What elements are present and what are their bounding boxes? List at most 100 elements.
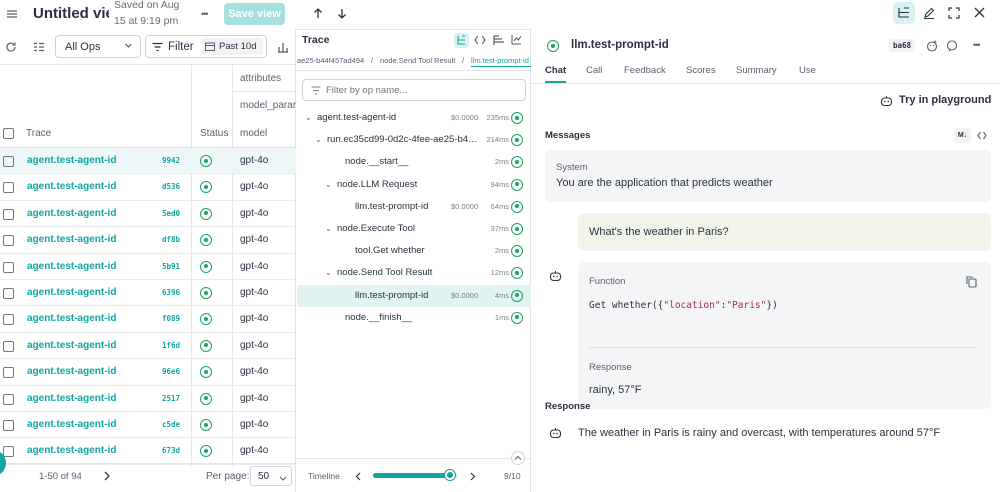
table-row[interactable]: agent.test-agent-id 5ed0 gpt-4o bbox=[0, 201, 296, 228]
table-row[interactable]: agent.test-agent-id 1f6d gpt-4o bbox=[0, 333, 296, 360]
next-page-icon[interactable] bbox=[103, 471, 111, 484]
edit-icon[interactable] bbox=[923, 7, 935, 22]
row-checkbox[interactable] bbox=[3, 261, 14, 273]
trace-id-hash[interactable]: 96e6 bbox=[162, 367, 180, 376]
table-row[interactable]: agent.test-agent-id df8b gpt-4o bbox=[0, 227, 296, 254]
copy-icon[interactable] bbox=[966, 276, 977, 291]
trace-id-hash[interactable]: c5de bbox=[162, 420, 180, 429]
trace-tree-node[interactable]: ⌄ node.Execute Tool 37ms bbox=[297, 218, 531, 240]
table-row[interactable]: agent.test-agent-id 96e6 gpt-4o bbox=[0, 359, 296, 386]
trace-id-hash[interactable]: f089 bbox=[162, 314, 180, 323]
tab-feedback[interactable]: Feedback bbox=[624, 65, 666, 81]
op-name-filter-input[interactable] bbox=[326, 83, 521, 97]
markdown-toggle[interactable]: M↓ bbox=[954, 128, 971, 143]
arrow-up-icon[interactable] bbox=[313, 8, 323, 19]
op-name-filter[interactable] bbox=[302, 79, 526, 101]
tree-view-icon[interactable] bbox=[454, 33, 469, 48]
trace-name-link[interactable]: agent.test-agent-id bbox=[27, 155, 116, 166]
trace-name-link[interactable]: agent.test-agent-id bbox=[27, 234, 116, 245]
row-checkbox[interactable] bbox=[3, 314, 14, 326]
trace-id-hash[interactable]: 5b91 bbox=[162, 262, 180, 271]
date-range-chip[interactable]: Past 10d bbox=[201, 38, 263, 55]
row-checkbox[interactable] bbox=[3, 182, 14, 194]
row-checkbox[interactable] bbox=[3, 393, 14, 405]
chevron-down-icon[interactable]: ⌄ bbox=[325, 180, 332, 189]
trace-tree-node[interactable]: ⌄ agent.test-agent-id $0.0000 235ms bbox=[297, 107, 531, 129]
table-row[interactable]: agent.test-agent-id d536 gpt-4o bbox=[0, 174, 296, 201]
trace-name-link[interactable]: agent.test-agent-id bbox=[27, 287, 116, 298]
chevron-down-icon[interactable]: ⌄ bbox=[325, 224, 332, 233]
trace-id-hash[interactable]: 5ed0 bbox=[162, 209, 180, 218]
code-icon[interactable] bbox=[977, 131, 987, 143]
trace-id-hash[interactable]: 6396 bbox=[162, 288, 180, 297]
table-row[interactable]: agent.test-agent-id 9942 gpt-4o bbox=[0, 148, 296, 175]
call-id-badge[interactable]: ba68 bbox=[889, 39, 916, 52]
trace-name-link[interactable]: agent.test-agent-id bbox=[27, 445, 116, 456]
flame-graph-icon[interactable] bbox=[493, 35, 504, 48]
chevron-down-icon[interactable]: ⌄ bbox=[325, 268, 332, 277]
trace-name-link[interactable]: agent.test-agent-id bbox=[27, 261, 116, 272]
trace-tree-node[interactable]: llm.test-prompt-id $0.0000 4ms bbox=[297, 284, 531, 307]
columns-icon[interactable] bbox=[33, 41, 45, 53]
timeline-slider-handle[interactable] bbox=[444, 470, 455, 480]
row-checkbox[interactable] bbox=[3, 340, 14, 352]
trace-tree-toggle-icon[interactable] bbox=[893, 2, 915, 24]
trace-name-link[interactable]: agent.test-agent-id bbox=[27, 181, 116, 192]
op-select[interactable]: All Ops bbox=[55, 35, 141, 58]
row-checkbox[interactable] bbox=[3, 367, 14, 379]
filter-control[interactable]: Filter Past 10d bbox=[145, 35, 267, 58]
trace-name-link[interactable]: agent.test-agent-id bbox=[27, 366, 116, 377]
column-status[interactable]: Status bbox=[200, 128, 228, 139]
row-checkbox[interactable] bbox=[3, 235, 14, 247]
trace-id-hash[interactable]: 9942 bbox=[162, 156, 180, 165]
row-checkbox[interactable] bbox=[3, 420, 14, 431]
menu-icon[interactable] bbox=[6, 8, 18, 20]
fullscreen-icon[interactable] bbox=[948, 7, 960, 22]
trace-name-link[interactable]: agent.test-agent-id bbox=[27, 393, 116, 404]
trace-name-link[interactable]: agent.test-agent-id bbox=[27, 313, 116, 324]
trace-id-hash[interactable]: 2517 bbox=[162, 394, 180, 403]
row-checkbox[interactable] bbox=[3, 156, 14, 167]
trace-id-hash[interactable]: 673d bbox=[162, 446, 180, 455]
feedback-emoji-icon[interactable] bbox=[926, 40, 938, 55]
arrow-down-icon[interactable] bbox=[337, 8, 347, 19]
tab-call[interactable]: Call bbox=[586, 65, 602, 81]
chevron-down-icon[interactable]: ⌄ bbox=[315, 135, 322, 144]
trace-tree-node[interactable]: tool.Get whether 2ms bbox=[297, 240, 531, 262]
column-model[interactable]: model bbox=[240, 128, 267, 139]
trace-tree-node[interactable]: ⌄ run.ec35cd99-0d2c-4fee-ae25-b4… 214ms bbox=[297, 129, 531, 151]
trace-id-hash[interactable]: 1f6d bbox=[162, 341, 180, 350]
timeline-slider[interactable] bbox=[373, 470, 458, 480]
chevron-down-icon[interactable]: ⌄ bbox=[305, 113, 312, 122]
table-row[interactable]: agent.test-agent-id 5b91 gpt-4o bbox=[0, 254, 296, 280]
trace-id-hash[interactable]: df8b bbox=[162, 235, 180, 244]
select-all-checkbox[interactable] bbox=[3, 128, 14, 139]
trace-tree-node[interactable]: node.__start__ 2ms bbox=[297, 151, 531, 173]
code-view-icon[interactable] bbox=[474, 35, 486, 48]
comment-icon[interactable] bbox=[946, 40, 958, 55]
timeline-next-icon[interactable] bbox=[469, 472, 476, 484]
save-view-button[interactable]: Save view bbox=[224, 3, 285, 25]
table-row[interactable]: agent.test-agent-id 673d gpt-4o bbox=[0, 438, 296, 465]
trace-name-link[interactable]: agent.test-agent-id bbox=[27, 208, 116, 219]
trace-name-link[interactable]: agent.test-agent-id bbox=[27, 340, 116, 351]
collapse-timeline-button[interactable] bbox=[511, 451, 525, 465]
breadcrumb-item-active[interactable]: llm.test-prompt-id bbox=[471, 56, 531, 67]
tab-chat[interactable]: Chat bbox=[545, 65, 567, 83]
tab-summary[interactable]: Summary bbox=[736, 65, 777, 81]
trace-tree-node[interactable]: ⌄ node.LLM Request 94ms bbox=[297, 174, 531, 196]
trace-name-link[interactable]: agent.test-agent-id bbox=[27, 419, 116, 430]
more-options-button[interactable]: ••• bbox=[201, 9, 209, 19]
row-checkbox[interactable] bbox=[3, 208, 14, 220]
table-row[interactable]: agent.test-agent-id c5de gpt-4o bbox=[0, 412, 296, 439]
try-in-playground-button[interactable]: Try in playground bbox=[899, 94, 991, 106]
column-attributes[interactable]: attributes bbox=[240, 73, 281, 84]
trace-tree-node[interactable]: ⌄ node.Send Tool Result 12ms bbox=[297, 262, 531, 284]
trace-id-hash[interactable]: d536 bbox=[162, 182, 180, 191]
table-row[interactable]: agent.test-agent-id f089 gpt-4o bbox=[0, 306, 296, 333]
table-row[interactable]: agent.test-agent-id 2517 gpt-4o bbox=[0, 386, 296, 412]
tab-scores[interactable]: Scores bbox=[686, 65, 716, 81]
row-checkbox[interactable] bbox=[3, 446, 14, 458]
refresh-icon[interactable] bbox=[5, 41, 17, 53]
breadcrumb-item[interactable]: ae25-b44f457ad494 bbox=[297, 56, 364, 65]
